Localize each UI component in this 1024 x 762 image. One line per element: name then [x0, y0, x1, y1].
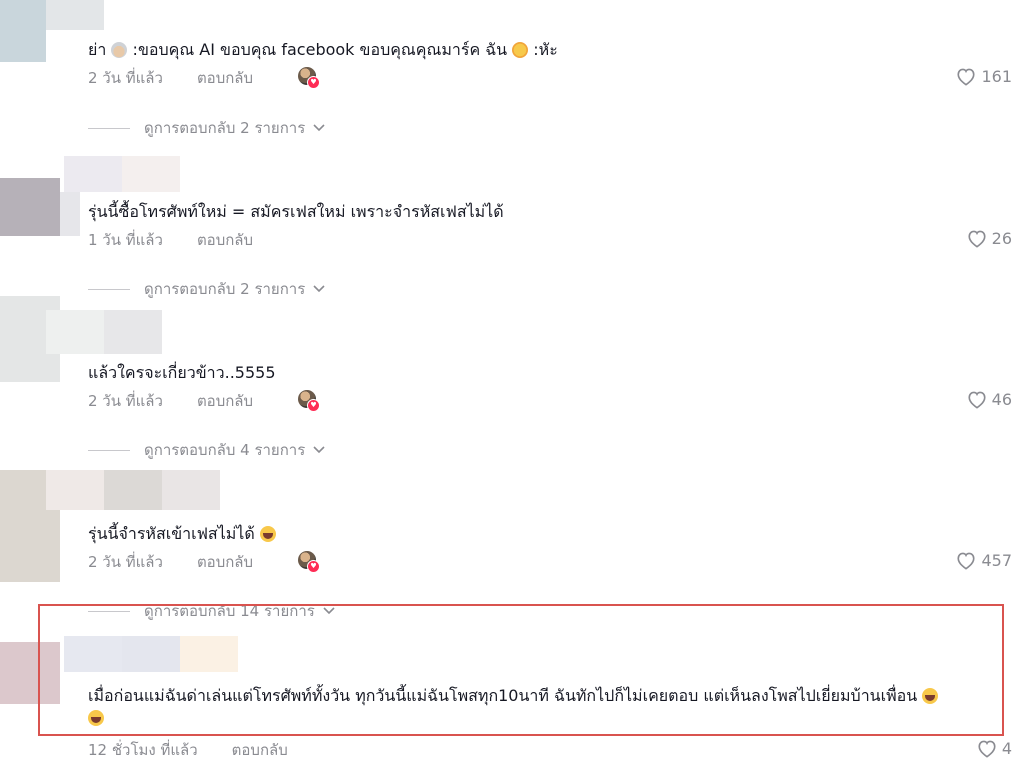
- username-blurred[interactable]: [64, 156, 122, 192]
- reply-button[interactable]: ตอบกลับ: [197, 66, 253, 90]
- timestamp: 2 วัน ที่แล้ว: [88, 392, 163, 410]
- timestamp: 1 วัน ที่แล้ว: [88, 231, 163, 249]
- timestamp: 2 วัน ที่แล้ว: [88, 69, 163, 87]
- username-blurred[interactable]: [46, 310, 104, 354]
- comment-text-part: :หัะ: [533, 40, 558, 59]
- heart-outline-icon: [968, 230, 986, 248]
- heart-outline-icon: [957, 552, 975, 570]
- divider: [88, 449, 130, 451]
- like-button[interactable]: 4: [976, 738, 1012, 758]
- comment-meta: 2 วัน ที่แล้ว ตอบกลับ: [88, 389, 253, 413]
- comment-text: รุ่นนี้จำรหัสเข้าเฟสไม่ได้: [88, 522, 276, 547]
- view-replies-label: ดูการตอบกลับ 4 รายการ: [144, 441, 306, 459]
- grandma-emoji-icon: [111, 42, 128, 58]
- reply-button[interactable]: ตอบกลับ: [197, 389, 253, 413]
- username-blurred[interactable]: [104, 470, 162, 510]
- reply-button[interactable]: ตอบกลับ: [197, 228, 253, 252]
- heart-outline-icon: [968, 391, 986, 409]
- comment-meta: 2 วัน ที่แล้ว ตอบกลับ: [88, 550, 253, 574]
- heart-outline-icon: [978, 740, 996, 758]
- like-count: 457: [981, 550, 1012, 570]
- heart-badge-icon: ♥: [307, 76, 320, 89]
- creator-liked-avatar: ♥: [298, 551, 320, 573]
- flushed-emoji-icon: [512, 42, 529, 58]
- reply-button[interactable]: ตอบกลับ: [232, 738, 288, 762]
- like-count: 46: [991, 389, 1012, 409]
- like-button[interactable]: 457: [955, 550, 1012, 570]
- heart-badge-icon: ♥: [307, 560, 320, 573]
- chevron-down-icon: [313, 446, 325, 454]
- view-replies-label: ดูการตอบกลับ 2 รายการ: [144, 119, 306, 137]
- avatar-blurred[interactable]: [0, 178, 60, 236]
- username-blurred[interactable]: [46, 0, 104, 30]
- comment-text-part: ย่า: [88, 40, 107, 59]
- view-replies-label: ดูการตอบกลับ 2 รายการ: [144, 280, 306, 298]
- comment-text: แล้วใครจะเกี่ยวข้าว..5555: [88, 363, 276, 382]
- view-replies-button[interactable]: ดูการตอบกลับ 4 รายการ: [88, 438, 325, 462]
- creator-liked-avatar: ♥: [298, 390, 320, 412]
- avatar-blurred[interactable]: [0, 0, 46, 62]
- chevron-down-icon: [313, 285, 325, 293]
- comment-meta: 1 วัน ที่แล้ว ตอบกลับ: [88, 228, 253, 252]
- comment-text: รุ่นนี้ซื้อโทรศัพท์ใหม่ = สมัครเฟสใหม่ เ…: [88, 202, 504, 221]
- like-button[interactable]: 161: [955, 66, 1012, 86]
- comment-meta: 2 วัน ที่แล้ว ตอบกลับ: [88, 66, 253, 90]
- timestamp: 2 วัน ที่แล้ว: [88, 553, 163, 571]
- chevron-down-icon: [313, 124, 325, 132]
- like-count: 4: [1001, 738, 1012, 758]
- view-replies-button[interactable]: ดูการตอบกลับ 2 รายการ: [88, 277, 325, 301]
- username-blurred[interactable]: [162, 470, 220, 510]
- username-blurred[interactable]: [46, 470, 104, 510]
- like-button[interactable]: 46: [966, 389, 1012, 409]
- username-blurred[interactable]: [104, 310, 162, 354]
- like-count: 26: [991, 228, 1012, 248]
- divider: [88, 127, 130, 129]
- avatar-blurred[interactable]: [60, 192, 80, 236]
- heart-badge-icon: ♥: [307, 399, 320, 412]
- comment-meta: 12 ชั่วโมง ที่แล้ว ตอบกลับ: [88, 738, 288, 762]
- username-blurred[interactable]: [122, 156, 180, 192]
- timestamp: 12 ชั่วโมง ที่แล้ว: [88, 741, 198, 759]
- comment-text: ย่า :ขอบคุณ AI ขอบคุณ facebook ขอบคุณคุณ…: [88, 38, 558, 63]
- creator-liked-avatar: ♥: [298, 67, 320, 89]
- divider: [88, 288, 130, 290]
- laughing-emoji-icon: [259, 526, 276, 542]
- reply-button[interactable]: ตอบกลับ: [197, 550, 253, 574]
- like-count: 161: [981, 66, 1012, 86]
- comment-text-part: :ขอบคุณ AI ขอบคุณ facebook ขอบคุณคุณมาร์…: [132, 40, 508, 59]
- like-button[interactable]: 26: [966, 228, 1012, 248]
- comment-text-part: รุ่นนี้จำรหัสเข้าเฟสไม่ได้: [88, 524, 255, 543]
- heart-outline-icon: [957, 68, 975, 86]
- view-replies-button[interactable]: ดูการตอบกลับ 2 รายการ: [88, 116, 325, 140]
- highlight-box: [38, 604, 1004, 736]
